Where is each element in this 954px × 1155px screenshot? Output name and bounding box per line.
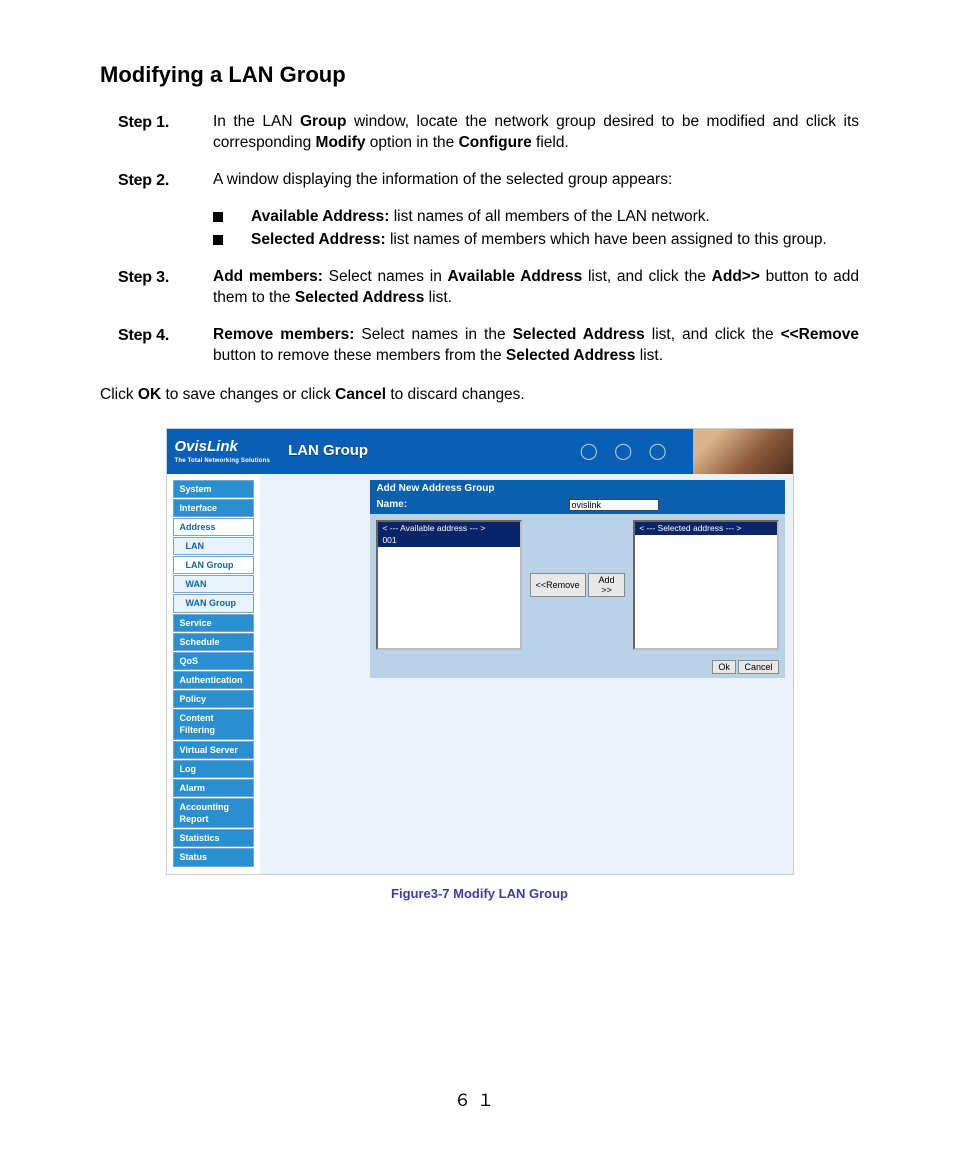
bold: Cancel: [335, 386, 386, 403]
text: Click: [100, 386, 138, 403]
nav-virtual-server[interactable]: Virtual Server: [173, 741, 255, 759]
logo: OvisLink The Total Networking Solutions: [175, 437, 271, 465]
transfer-buttons: <<Remove Add >>: [530, 520, 626, 650]
cancel-button[interactable]: Cancel: [738, 660, 778, 674]
step-2: Step 2. A window displaying the informat…: [100, 170, 859, 192]
step-1-body: In the LAN Group window, locate the netw…: [213, 112, 859, 154]
bullet-1: Available Address: list names of all mem…: [213, 207, 859, 228]
remove-button[interactable]: <<Remove: [530, 573, 586, 597]
step-3-label: Step 3.: [118, 267, 213, 309]
header-photo: [693, 429, 793, 474]
square-icon: [213, 212, 223, 222]
step-4: Step 4. Remove members: Select names in …: [100, 325, 859, 367]
page-title: Modifying a LAN Group: [100, 60, 859, 90]
name-row: Name:: [370, 497, 784, 514]
step-1: Step 1. In the LAN Group window, locate …: [100, 112, 859, 154]
ok-button[interactable]: Ok: [712, 660, 736, 674]
selected-header: < --- Selected address --- >: [635, 522, 776, 535]
text: list.: [635, 347, 663, 364]
logo-name: OvisLink: [175, 438, 238, 455]
figure-caption: Figure3-7 Modify LAN Group: [100, 885, 859, 903]
nav-wan-group[interactable]: WAN Group: [173, 594, 255, 612]
bold: Selected Address: [295, 289, 425, 306]
nav-lan[interactable]: LAN: [173, 537, 255, 555]
nav-interface[interactable]: Interface: [173, 499, 255, 517]
nav-address[interactable]: Address: [173, 518, 255, 536]
bold: Group: [300, 113, 347, 130]
nav-qos[interactable]: QoS: [173, 652, 255, 670]
panel-title: Add New Address Group: [370, 480, 784, 498]
nav-authentication[interactable]: Authentication: [173, 671, 255, 689]
nav-status[interactable]: Status: [173, 848, 255, 866]
nav-wan[interactable]: WAN: [173, 575, 255, 593]
text: list, and click the: [645, 326, 781, 343]
main-panel: Add New Address Group Name: < --- Availa…: [260, 474, 792, 874]
nav-accounting-report[interactable]: Accounting Report: [173, 798, 255, 828]
bold: Selected Address: [506, 347, 636, 364]
text: Select names in the: [354, 326, 512, 343]
add-button[interactable]: Add >>: [588, 573, 626, 597]
available-listbox[interactable]: < --- Available address --- > 001: [376, 520, 521, 650]
nav-alarm[interactable]: Alarm: [173, 779, 255, 797]
nav-schedule[interactable]: Schedule: [173, 633, 255, 651]
text: to save changes or click: [161, 386, 335, 403]
text: list, and click the: [582, 268, 711, 285]
step-2-label: Step 2.: [118, 170, 213, 192]
text: Select names in: [323, 268, 448, 285]
bullet-text: Selected Address: list names of members …: [251, 230, 827, 251]
text: In the LAN: [213, 113, 300, 130]
available-header: < --- Available address --- >: [378, 522, 519, 535]
nav-statistics[interactable]: Statistics: [173, 829, 255, 847]
bold: Remove members:: [213, 326, 354, 343]
available-item[interactable]: 001: [378, 535, 519, 546]
globe-icon: ◯ ◯ ◯: [580, 441, 673, 463]
action-buttons: Ok Cancel: [370, 656, 784, 679]
bold: Available Address: [448, 268, 583, 285]
dual-list: < --- Available address --- > 001 <<Remo…: [370, 514, 784, 656]
name-label: Name:: [376, 498, 407, 512]
bullet-list: Available Address: list names of all mem…: [213, 207, 859, 251]
step-2-body: A window displaying the information of t…: [213, 170, 859, 192]
bold: Selected Address: [513, 326, 645, 343]
step-3-body: Add members: Select names in Available A…: [213, 267, 859, 309]
selected-listbox[interactable]: < --- Selected address --- >: [633, 520, 778, 650]
text: list names of all members of the LAN net…: [389, 208, 709, 225]
step-4-body: Remove members: Select names in the Sele…: [213, 325, 859, 367]
step-4-label: Step 4.: [118, 325, 213, 367]
nav-lan-group[interactable]: LAN Group: [173, 556, 255, 574]
nav-content-filtering[interactable]: Content Filtering: [173, 709, 255, 739]
logo-tagline: The Total Networking Solutions: [175, 457, 271, 465]
step-3: Step 3. Add members: Select names in Ava…: [100, 267, 859, 309]
bold: Selected Address:: [251, 231, 386, 248]
nav-system[interactable]: System: [173, 480, 255, 498]
nav-service[interactable]: Service: [173, 614, 255, 632]
nav-policy[interactable]: Policy: [173, 690, 255, 708]
text: option in the: [365, 134, 458, 151]
bold: Available Address:: [251, 208, 389, 225]
app-header: OvisLink The Total Networking Solutions …: [167, 429, 793, 474]
outro-line: Click OK to save changes or click Cancel…: [100, 385, 859, 406]
step-1-label: Step 1.: [118, 112, 213, 154]
bold: Configure: [459, 134, 532, 151]
sidebar-nav: System Interface Address LAN LAN Group W…: [167, 474, 261, 874]
text: list.: [424, 289, 452, 306]
bold: <<Remove: [781, 326, 859, 343]
bullet-2: Selected Address: list names of members …: [213, 230, 859, 251]
text: button to remove these members from the: [213, 347, 506, 364]
nav-log[interactable]: Log: [173, 760, 255, 778]
bullet-text: Available Address: list names of all mem…: [251, 207, 710, 228]
bold: Modify: [316, 134, 366, 151]
bold: OK: [138, 386, 161, 403]
screenshot-figure: OvisLink The Total Networking Solutions …: [166, 428, 794, 875]
name-input[interactable]: [569, 499, 659, 511]
text: list names of members which have been as…: [386, 231, 827, 248]
app-page-title: LAN Group: [288, 441, 368, 461]
text: to discard changes.: [386, 386, 525, 403]
bold: Add>>: [712, 268, 760, 285]
text: field.: [532, 134, 569, 151]
page-number: ６１: [0, 1092, 954, 1115]
square-icon: [213, 235, 223, 245]
bold: Add members:: [213, 268, 323, 285]
